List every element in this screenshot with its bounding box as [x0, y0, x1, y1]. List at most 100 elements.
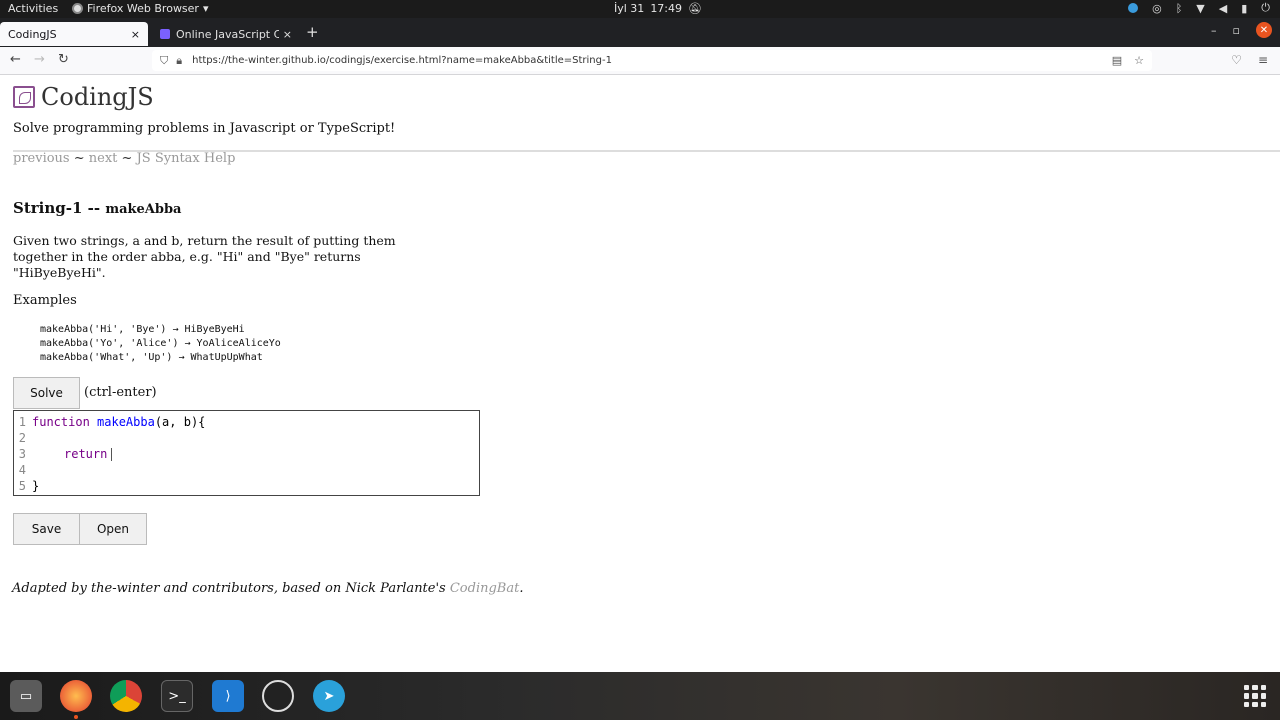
vscode-icon[interactable]: ⟩ [212, 680, 244, 712]
code-editor[interactable]: 1 function makeAbba (a, b){ 2 3 return 4 … [13, 410, 480, 496]
closing-brace: } [32, 479, 40, 493]
line-number: 5 [18, 479, 26, 493]
chrome-icon[interactable] [110, 680, 142, 712]
problem-nav-links: previous ~ next ~ JS Syntax Help [13, 151, 235, 166]
favicon-icon [160, 29, 170, 39]
line-number: 3 [18, 447, 26, 461]
url-actions: ▤ ☆ [1112, 54, 1144, 67]
function-name: makeAbba [97, 415, 155, 429]
keyword-function: function [32, 415, 90, 429]
obs-icon[interactable] [262, 680, 294, 712]
reader-view-icon[interactable]: ▤ [1112, 54, 1122, 67]
code-line: 4 [14, 462, 32, 478]
wifi-icon[interactable]: ▼ [1196, 2, 1204, 15]
code-line: 1 function makeAbba (a, b){ [14, 414, 206, 430]
code-line: 3 return [14, 446, 113, 462]
example-item: makeAbba('Yo', 'Alice') → YoAliceAliceYo [40, 338, 281, 349]
battery-icon[interactable]: ▮ [1241, 2, 1247, 15]
close-window-button[interactable]: ✕ [1256, 22, 1272, 38]
reload-button[interactable]: ↻ [58, 52, 69, 67]
dock: ▭ >_ ⟩ ➤ [0, 672, 1280, 720]
activities-button[interactable]: Activities [8, 2, 58, 15]
forward-button[interactable]: → [34, 52, 45, 67]
lock-icon[interactable]: 🔒︎ [176, 54, 182, 68]
system-top-bar: Activities Firefox Web Browser ▾ İyl 31 … [0, 0, 1280, 18]
bluetooth-icon[interactable]: ᛒ [1176, 2, 1183, 15]
hamburger-menu-icon[interactable]: ≡ [1258, 53, 1268, 67]
telegram-icon[interactable]: ➤ [313, 680, 345, 712]
obs-tray-icon[interactable]: ◎ [1152, 2, 1162, 15]
firefox-icon[interactable] [60, 680, 92, 712]
tab-title: Online JavaScript Compil [176, 27, 279, 41]
separator: ~ [69, 151, 89, 166]
back-button[interactable]: ← [10, 52, 21, 67]
chevron-down-icon: ▾ [202, 2, 209, 15]
url-text[interactable]: https://the-winter.github.io/codingjs/ex… [192, 55, 1112, 66]
date-label: İyl 31 [614, 2, 645, 15]
shortcut-hint: (ctrl-enter) [84, 385, 157, 400]
app-menu[interactable]: Firefox Web Browser ▾ [72, 2, 209, 15]
maximize-button[interactable]: ▫ [1233, 24, 1240, 37]
site-title: CodingJS [41, 83, 154, 111]
url-bar[interactable]: ⛉ 🔒︎ https://the-winter.github.io/coding… [152, 50, 1152, 71]
example-item: makeAbba('What', 'Up') → WhatUpUpWhat [40, 352, 263, 363]
firefox-mini-icon [72, 3, 83, 14]
terminal-icon[interactable]: >_ [161, 680, 193, 712]
power-icon[interactable]: ⏻ [1261, 1, 1270, 15]
codingbat-link[interactable]: CodingBat [450, 581, 519, 596]
function-params: (a, b){ [154, 415, 206, 429]
problem-name: makeAbba [105, 202, 182, 217]
close-icon[interactable]: × [131, 28, 140, 41]
footer-end: . [519, 581, 524, 596]
tab-online-js-compiler[interactable]: Online JavaScript Compil × [152, 22, 300, 46]
examples-label: Examples [13, 293, 77, 308]
toolbar-right: ♡ ≡ [1231, 53, 1268, 67]
line-number: 4 [18, 463, 26, 477]
window-controls: – ▫ ✕ [1211, 22, 1272, 38]
volume-icon[interactable]: ◀︎ [1219, 2, 1227, 15]
shield-icon[interactable]: ⛉ [160, 54, 168, 68]
time-label: 17:49 [650, 2, 683, 15]
problem-title: String-1 -- makeAbba [13, 199, 181, 217]
page-content: CodingJS Solve programming problems in J… [0, 75, 1280, 672]
solve-button[interactable]: Solve [13, 377, 80, 409]
line-number: 2 [18, 431, 26, 445]
active-app-indicator [74, 715, 78, 719]
line-number: 1 [18, 415, 26, 429]
url-security-icons: ⛉ 🔒︎ [160, 54, 182, 68]
minimize-button[interactable]: – [1211, 24, 1217, 37]
app-menu-label: Firefox Web Browser [87, 2, 199, 15]
problem-category: String-1 -- [13, 199, 106, 217]
js-syntax-help-link[interactable]: JS Syntax Help [137, 151, 236, 166]
pocket-icon[interactable]: ♡ [1231, 53, 1242, 67]
problem-description: Given two strings, a and b, return the r… [13, 233, 396, 280]
clock[interactable]: İyl 31 17:49 🔕︎ [614, 2, 702, 15]
footer-text: Adapted by the-winter and contributors, … [12, 581, 450, 596]
telegram-tray-icon[interactable] [1128, 3, 1139, 13]
open-button[interactable]: Open [79, 513, 147, 545]
tagline: Solve programming problems in Javascript… [13, 121, 396, 136]
example-item: makeAbba('Hi', 'Bye') → HiByeByeHi [40, 324, 245, 335]
site-header: CodingJS [13, 83, 154, 111]
new-tab-button[interactable]: + [306, 23, 319, 41]
previous-link[interactable]: previous [13, 151, 70, 166]
separator: ~ [117, 151, 137, 166]
bookmark-star-icon[interactable]: ☆ [1134, 54, 1144, 67]
show-applications-icon[interactable] [1244, 685, 1266, 707]
divider [13, 150, 1280, 152]
bell-off-icon: 🔕︎ [688, 2, 702, 15]
code-line: 5 } [14, 478, 39, 494]
browser-tab-bar: CodingJS × Online JavaScript Compil × [0, 18, 1280, 47]
footer: Adapted by the-winter and contributors, … [12, 581, 523, 596]
system-tray[interactable]: ◎ ᛒ ▼ ◀︎ ▮ ⏻ [1128, 1, 1270, 15]
text-cursor [111, 447, 113, 461]
tab-title: CodingJS [8, 27, 57, 41]
puzzle-logo-icon [13, 86, 35, 108]
save-button[interactable]: Save [13, 513, 80, 545]
tab-codingjs[interactable]: CodingJS × [0, 22, 148, 46]
browser-nav-bar: ← → ↻ ⛉ 🔒︎ https://the-winter.github.io/… [0, 47, 1280, 75]
close-icon[interactable]: × [283, 28, 292, 41]
files-icon[interactable]: ▭ [10, 680, 42, 712]
next-link[interactable]: next [89, 151, 118, 166]
code-line: 2 [14, 430, 32, 446]
